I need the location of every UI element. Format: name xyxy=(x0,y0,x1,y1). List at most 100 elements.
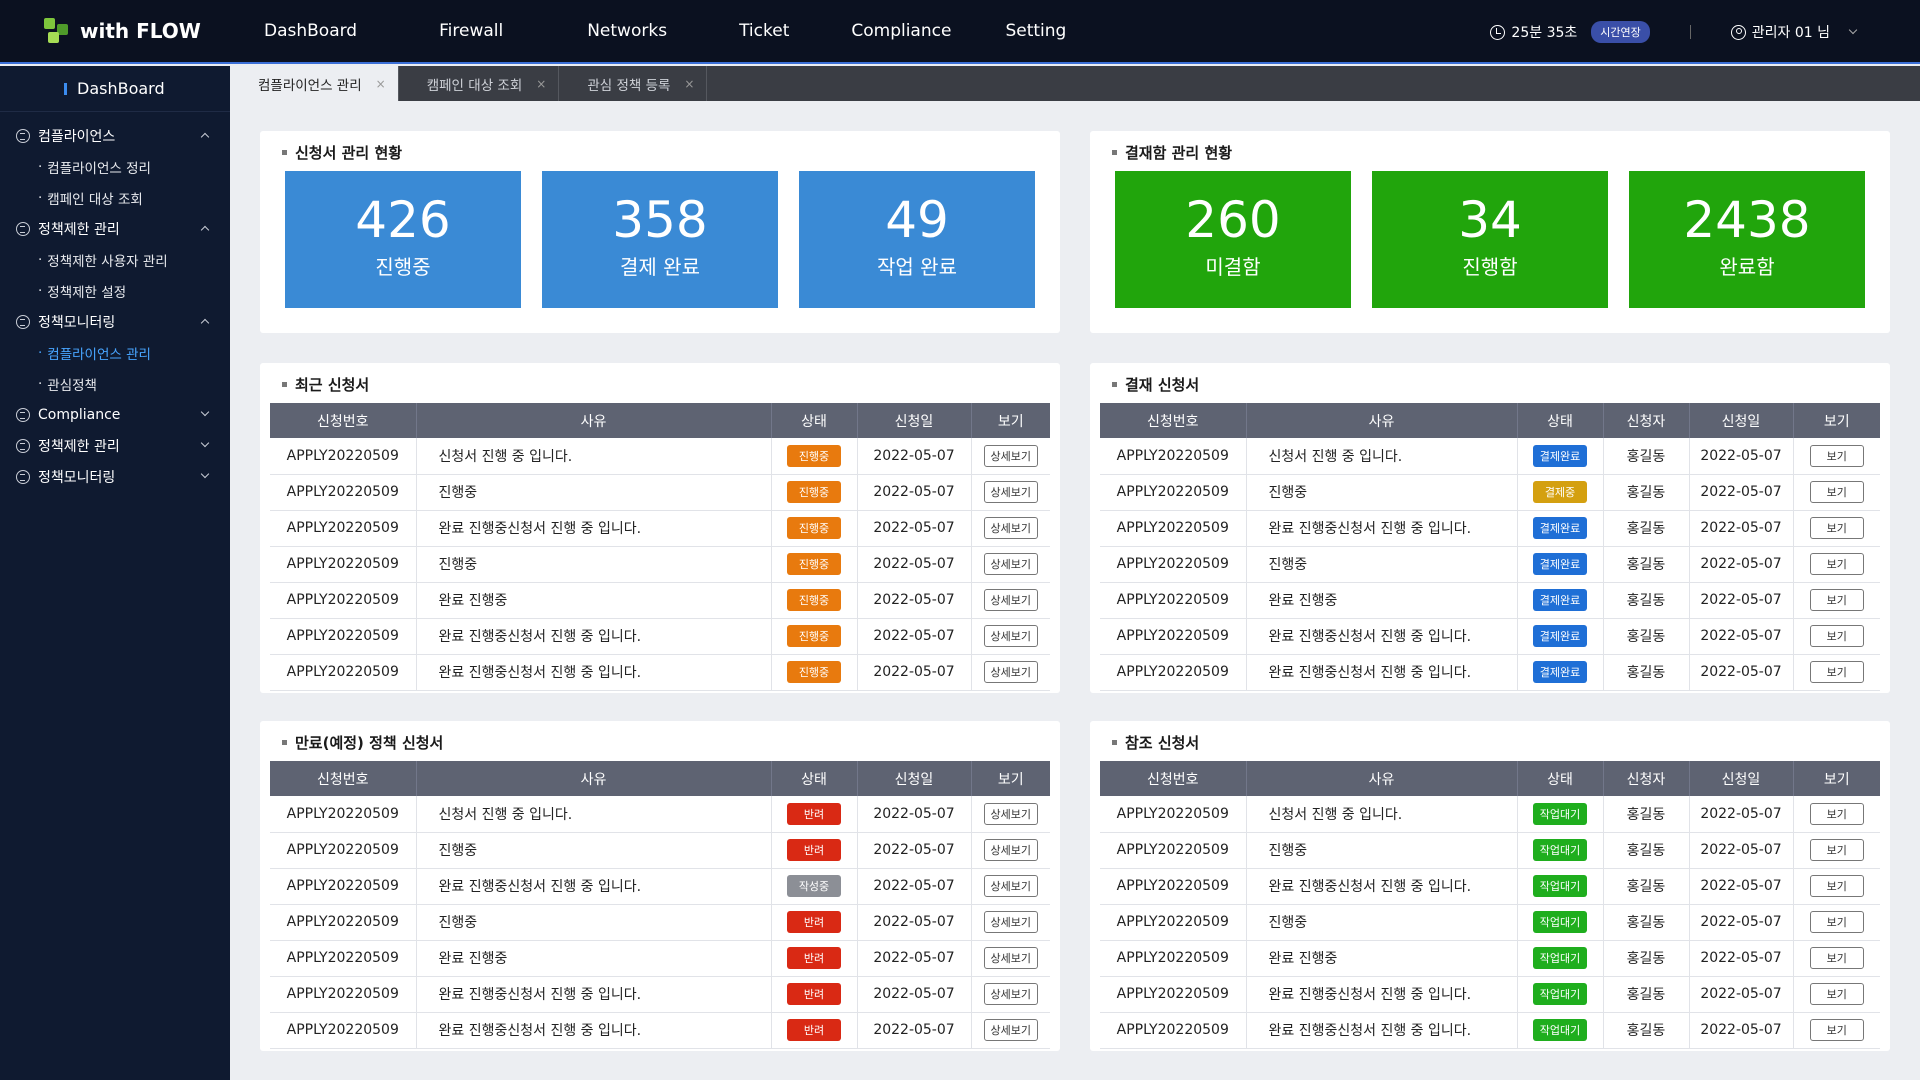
view-button[interactable]: 보기 xyxy=(1809,625,1864,647)
view-button[interactable]: 상세보기 xyxy=(983,947,1038,969)
view-button[interactable]: 상세보기 xyxy=(983,589,1038,611)
extend-session-button[interactable]: 시간연장 xyxy=(1591,21,1650,43)
sidebar-item[interactable]: 컴플라이언스 정리 xyxy=(0,151,230,182)
status-badge: 진행중 xyxy=(787,481,841,503)
sidebar-title[interactable]: DashBoard xyxy=(0,66,230,112)
view-button[interactable]: 상세보기 xyxy=(983,444,1038,467)
summary-count: 2438 xyxy=(1683,191,1811,249)
view-button[interactable]: 보기 xyxy=(1809,983,1864,1005)
view-button[interactable]: 상세보기 xyxy=(983,839,1038,861)
view-button[interactable]: 보기 xyxy=(1809,589,1864,611)
panel-title: 최근 신청서 xyxy=(282,374,369,395)
close-icon[interactable]: × xyxy=(376,77,386,91)
application-reason: 완료 진행중신청서 진행 중 입니다. xyxy=(415,868,771,905)
sidebar-group[interactable]: 정책제한 관리 xyxy=(0,213,230,244)
table-row: APPLY20220509 완료 진행중 결제완료 홍길동 2022-05-07 보기 xyxy=(1100,582,1880,619)
view-button[interactable]: 보기 xyxy=(1809,517,1864,539)
view-button[interactable]: 보기 xyxy=(1809,875,1864,897)
view-cell: 상세보기 xyxy=(970,582,1050,619)
view-button[interactable]: 보기 xyxy=(1809,1019,1864,1041)
close-icon[interactable]: × xyxy=(536,77,546,91)
summary-card[interactable]: 34 진행함 xyxy=(1372,171,1608,308)
sidebar-item[interactable]: 정책제한 사용자 관리 xyxy=(0,244,230,275)
view-button[interactable]: 상세보기 xyxy=(983,553,1038,575)
view-button[interactable]: 상세보기 xyxy=(983,911,1038,933)
panel-title: 결재 신청서 xyxy=(1112,374,1199,395)
view-button[interactable]: 보기 xyxy=(1809,947,1864,969)
view-button[interactable]: 보기 xyxy=(1809,911,1864,933)
summary-cards: 426 진행중 358 결제 완료 49 작업 완료 xyxy=(285,171,1035,308)
application-reason: 진행중 xyxy=(415,546,771,583)
summary-card[interactable]: 49 작업 완료 xyxy=(799,171,1035,308)
summary-card[interactable]: 260 미결함 xyxy=(1115,171,1351,308)
sidebar-group[interactable]: 정책모니터링 xyxy=(0,461,230,492)
nav-firewall[interactable]: Firewall xyxy=(439,21,503,41)
sidebar-group[interactable]: 정책제한 관리 xyxy=(0,430,230,461)
tab-item[interactable]: 캠페인 대상 조회 × xyxy=(399,66,560,101)
nav-networks[interactable]: Networks xyxy=(587,21,667,41)
user-menu[interactable]: 관리자 01 님 xyxy=(1730,22,1858,42)
view-button[interactable]: 상세보기 xyxy=(983,625,1038,647)
close-icon[interactable]: × xyxy=(684,77,694,91)
view-button[interactable]: 보기 xyxy=(1809,444,1864,467)
view-button[interactable]: 보기 xyxy=(1809,661,1864,683)
status-badge: 결제완료 xyxy=(1533,444,1587,467)
view-cell: 상세보기 xyxy=(970,438,1050,475)
brand-logo[interactable]: with FLOW xyxy=(0,18,230,44)
summary-label: 작업 완료 xyxy=(877,255,957,279)
view-cell: 보기 xyxy=(1792,510,1880,547)
nav-compliance[interactable]: Compliance xyxy=(851,21,951,41)
column-header: 신청일 xyxy=(856,761,971,796)
chevron-up-icon xyxy=(200,132,210,142)
column-header: 신청번호 xyxy=(270,761,416,796)
view-button[interactable]: 상세보기 xyxy=(983,517,1038,539)
summary-card[interactable]: 426 진행중 xyxy=(285,171,521,308)
session-remaining: 25분 35초 xyxy=(1511,25,1578,41)
nav-ticket[interactable]: Ticket xyxy=(739,21,789,41)
view-button[interactable]: 상세보기 xyxy=(983,481,1038,503)
application-reason: 진행중 xyxy=(1245,546,1517,583)
sidebar-item[interactable]: 컴플라이언스 관리 xyxy=(0,337,230,368)
sidebar-group[interactable]: 컴플라이언스 xyxy=(0,120,230,151)
view-button[interactable]: 상세보기 xyxy=(983,1019,1038,1041)
sidebar-group[interactable]: 정책모니터링 xyxy=(0,306,230,337)
status-badge: 반려 xyxy=(787,839,841,861)
application-id: APPLY20220509 xyxy=(270,976,416,1013)
sidebar: DashBoard 컴플라이언스컴플라이언스 정리캠페인 대상 조회정책제한 관… xyxy=(0,66,230,1080)
tab-item[interactable]: 관심 정책 등록 × xyxy=(559,66,708,101)
sidebar-group[interactable]: Compliance xyxy=(0,399,230,430)
view-button[interactable]: 상세보기 xyxy=(983,802,1038,825)
sidebar-item[interactable]: 관심정책 xyxy=(0,368,230,399)
application-id: APPLY20220509 xyxy=(1100,976,1246,1013)
tab-item[interactable]: 컴플라이언스 관리 × xyxy=(230,66,399,101)
sidebar-item[interactable]: 정책제한 설정 xyxy=(0,275,230,306)
summary-card[interactable]: 358 결제 완료 xyxy=(542,171,778,308)
sidebar-group-label: Compliance xyxy=(38,406,121,423)
summary-label: 진행중 xyxy=(375,255,431,279)
nav-setting[interactable]: Setting xyxy=(1005,21,1066,41)
application-date: 2022-05-07 xyxy=(856,510,971,547)
chevron-up-icon xyxy=(200,318,210,328)
view-cell: 상세보기 xyxy=(970,832,1050,869)
view-button[interactable]: 보기 xyxy=(1809,839,1864,861)
application-reason: 완료 진행중신청서 진행 중 입니다. xyxy=(415,976,771,1013)
view-button[interactable]: 상세보기 xyxy=(983,661,1038,683)
view-button[interactable]: 보기 xyxy=(1809,481,1864,503)
view-button[interactable]: 보기 xyxy=(1809,802,1864,825)
sidebar-item[interactable]: 캠페인 대상 조회 xyxy=(0,182,230,213)
view-button[interactable]: 상세보기 xyxy=(983,875,1038,897)
panel-title: 결재함 관리 현황 xyxy=(1112,142,1232,163)
requester: 홍길동 xyxy=(1602,940,1689,977)
summary-card[interactable]: 2438 완료함 xyxy=(1629,171,1865,308)
status-cell: 작업대기 xyxy=(1516,832,1603,869)
status-badge: 진행중 xyxy=(787,589,841,611)
application-id: APPLY20220509 xyxy=(1100,796,1246,833)
application-id: APPLY20220509 xyxy=(1100,618,1246,655)
view-button[interactable]: 보기 xyxy=(1809,553,1864,575)
status-cell: 결제완료 xyxy=(1516,546,1603,583)
view-button[interactable]: 상세보기 xyxy=(983,983,1038,1005)
nav-dashboard[interactable]: DashBoard xyxy=(264,21,357,41)
summary-label: 결제 완료 xyxy=(620,255,700,279)
status-badge: 결제완료 xyxy=(1533,517,1587,539)
view-cell: 보기 xyxy=(1792,796,1880,833)
